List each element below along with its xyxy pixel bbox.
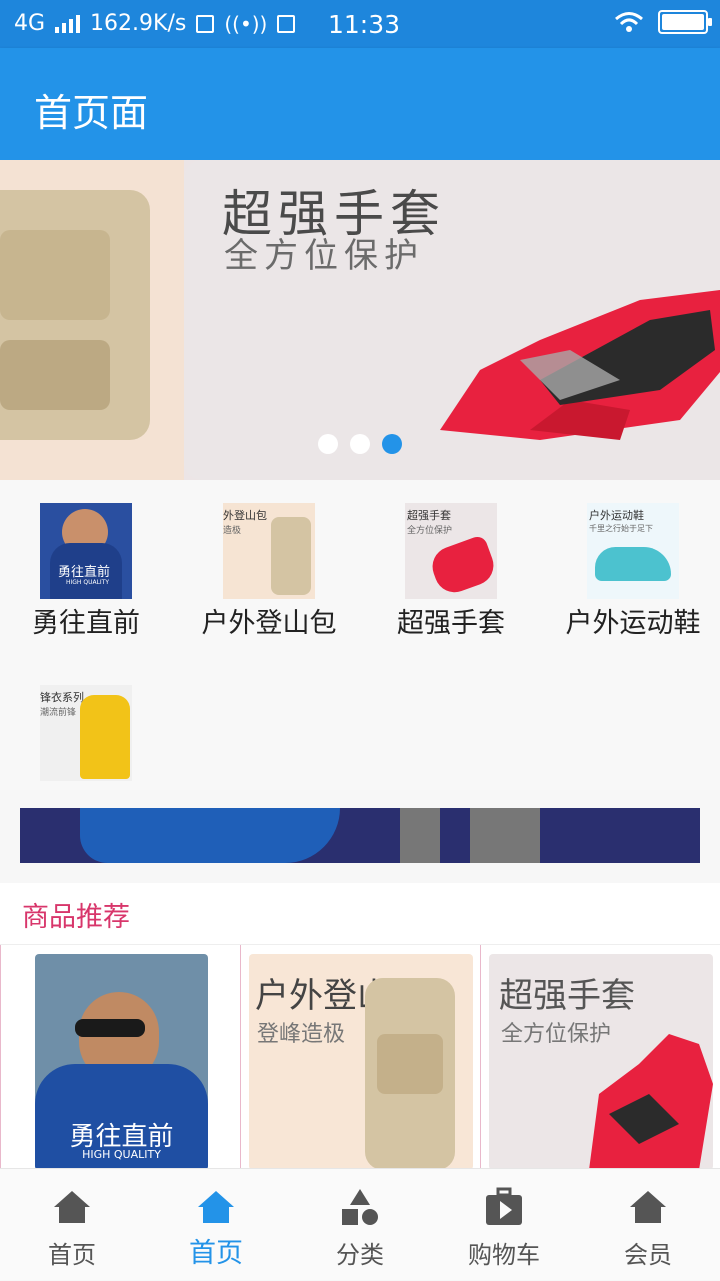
promo-banner[interactable] [20, 808, 700, 863]
status-right [614, 10, 712, 34]
product-subtext: HIGH QUALITY [82, 1148, 161, 1161]
category-label: 勇往直前 [32, 608, 140, 639]
thumb-text: 户外运动鞋 [589, 509, 644, 522]
home-icon [630, 1191, 666, 1223]
nav-label: 分类 [336, 1241, 384, 1269]
nav-item-home[interactable]: 首页 [0, 1169, 144, 1281]
thumb-subtext: 全方位保护 [407, 526, 453, 536]
thumb-text: 锋衣系列 [40, 691, 84, 704]
category-thumb: 锋衣系列 潮流前锋 [40, 685, 132, 781]
check-icon [196, 14, 215, 33]
recommend-header: 商品推荐 [0, 883, 720, 945]
page-title: 首页面 [34, 91, 149, 135]
category-thumb: 勇往直前 HIGH QUALITY [40, 503, 132, 599]
status-left: 4G 162.9K/s ((•)) [14, 11, 296, 36]
status-bar: 4G 162.9K/s ((•)) 11:33 [0, 0, 720, 48]
carousel-dot[interactable] [318, 434, 338, 454]
thumb-subtext: 潮流前锋 [40, 708, 77, 718]
usb-icon [277, 14, 296, 33]
network-speed: 162.9K/s [90, 11, 187, 36]
category-label: 户外运动鞋 [565, 608, 701, 639]
recommend-card[interactable]: 超强手套 全方位保护 [480, 945, 720, 1170]
nav-item-cart[interactable]: 购物车 [432, 1169, 576, 1281]
recommend-title: 商品推荐 [22, 902, 130, 933]
recommend-list: 勇往直前 HIGH QUALITY 户外登山包 登峰造极 超强手套 全方位保护 [0, 945, 720, 1170]
category-item-backpack[interactable]: 外登山包 造极 户外登山包 [179, 503, 359, 640]
shapes-icon [342, 1189, 378, 1225]
wifi-icon [615, 12, 643, 32]
category-grid: 勇往直前 HIGH QUALITY 勇往直前 外登山包 造极 户外登山包 超强手… [0, 480, 720, 790]
recommend-card[interactable]: 勇往直前 HIGH QUALITY [0, 945, 240, 1170]
category-thumb: 超强手套 全方位保护 [405, 503, 497, 599]
category-item-jacket[interactable]: 锋衣系列 潮流前锋 [0, 685, 176, 783]
category-thumb: 户外运动鞋 千里之行始于足下 [587, 503, 679, 599]
banner-carousel[interactable]: 超强手套 全方位保护 [0, 160, 720, 480]
category-label: 户外登山包 [201, 608, 337, 639]
product-image: 超强手套 全方位保护 [489, 954, 713, 1170]
category-item-gloves[interactable]: 超强手套 全方位保护 超强手套 [361, 503, 541, 640]
nav-item-home-active[interactable]: 首页 [144, 1169, 288, 1281]
category-thumb: 外登山包 造极 [223, 503, 315, 599]
nav-label: 会员 [624, 1241, 672, 1269]
nav-label: 首页 [48, 1241, 96, 1269]
carousel-indicator [318, 434, 402, 454]
nav-label: 首页 [189, 1238, 243, 1269]
thumb-subtext: 造极 [223, 526, 242, 536]
signal-icon [55, 14, 81, 33]
recommend-card[interactable]: 户外登山包 登峰造极 [240, 945, 480, 1170]
shopping-bag-icon [486, 1187, 522, 1225]
home-icon [198, 1191, 234, 1223]
thumb-text: 勇往直前 [58, 565, 111, 580]
product-image: 勇往直前 HIGH QUALITY [35, 954, 208, 1170]
thumb-subtext: 千里之行始于足下 [589, 524, 653, 533]
category-label: 超强手套 [397, 608, 505, 639]
thumb-subtext: HIGH QUALITY [66, 579, 110, 586]
hotspot-icon: ((•)) [224, 11, 268, 36]
home-icon [54, 1191, 90, 1223]
nav-label: 购物车 [468, 1241, 540, 1269]
thumb-text: 超强手套 [407, 509, 451, 522]
glove-image [440, 290, 720, 440]
carousel-dot[interactable] [350, 434, 370, 454]
category-item-shoes[interactable]: 户外运动鞋 千里之行始于足下 户外运动鞋 [543, 503, 720, 640]
network-type: 4G [14, 11, 46, 36]
bottom-navigation: 首页 首页 分类 购物车 会员 [0, 1168, 720, 1280]
product-subtext: 登峰造极 [257, 1022, 346, 1047]
clock: 11:33 [328, 10, 401, 39]
banner-subline: 全方位保护 [224, 236, 424, 276]
app-bar: 首页面 [0, 48, 720, 160]
product-headline: 超强手套 [499, 976, 635, 1016]
battery-icon [658, 10, 712, 34]
thumb-text: 外登山包 [223, 509, 267, 522]
carousel-dot-active[interactable] [382, 434, 402, 454]
category-item-brave[interactable]: 勇往直前 HIGH QUALITY 勇往直前 [0, 503, 176, 640]
nav-item-category[interactable]: 分类 [288, 1169, 432, 1281]
nav-item-member[interactable]: 会员 [576, 1169, 720, 1281]
banner-prev-slide-image [0, 160, 184, 480]
backpack-image [0, 190, 150, 440]
product-image: 户外登山包 登峰造极 [249, 954, 473, 1170]
